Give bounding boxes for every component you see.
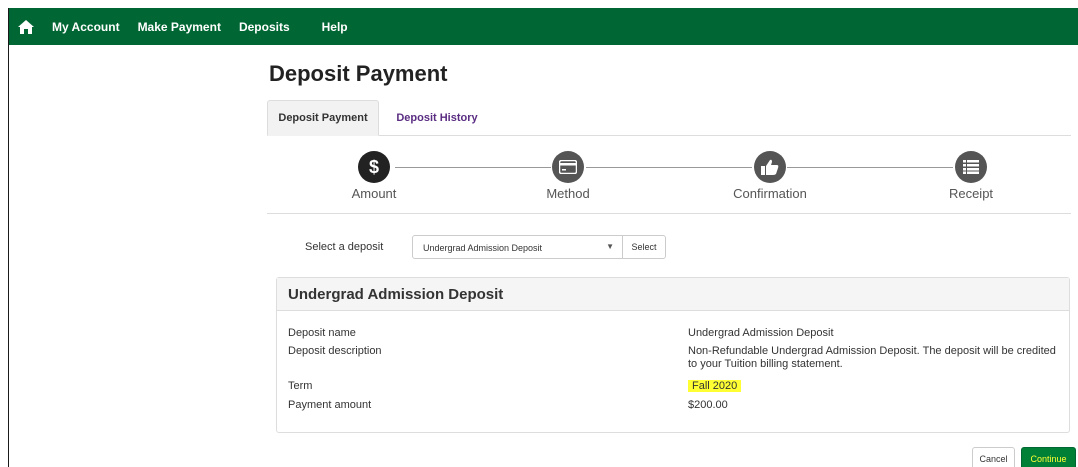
deposit-details-panel: Undergrad Admission Deposit Deposit name…: [276, 277, 1070, 433]
step-label: Receipt: [948, 186, 994, 201]
nav-my-account[interactable]: My Account: [43, 20, 129, 34]
app-frame: My Account Make Payment Deposits Help De…: [8, 8, 1078, 467]
tab-deposit-history[interactable]: Deposit History: [387, 100, 487, 136]
detail-value: Fall 2020: [688, 380, 1068, 393]
list-icon: [955, 151, 987, 183]
home-icon: [18, 19, 34, 34]
step-label: Method: [546, 186, 590, 201]
svg-text:$: $: [369, 157, 379, 177]
nav-deposits[interactable]: Deposits: [230, 20, 299, 34]
deposit-select[interactable]: Undergrad Admission Deposit ▼: [412, 235, 623, 259]
tab-bar: Deposit Payment Deposit History: [267, 100, 1071, 136]
step-confirmation: Confirmation: [705, 137, 835, 201]
deposit-select-value: Undergrad Admission Deposit: [423, 243, 543, 253]
deposit-select-row: Select a deposit Undergrad Admission Dep…: [267, 235, 1071, 261]
nav-make-payment[interactable]: Make Payment: [129, 20, 230, 34]
chevron-down-icon: ▼: [606, 242, 614, 251]
step-receipt: Receipt: [906, 137, 1036, 201]
detail-value: Non-Refundable Undergrad Admission Depos…: [688, 345, 1056, 370]
cancel-button[interactable]: Cancel: [972, 447, 1015, 467]
continue-button[interactable]: Continue: [1021, 447, 1076, 467]
tab-deposit-payment[interactable]: Deposit Payment: [267, 100, 379, 136]
detail-value: Undergrad Admission Deposit: [688, 327, 834, 339]
progress-stepper: $ Amount Method Confirmation Receipt: [267, 137, 1071, 214]
select-button[interactable]: Select: [622, 235, 666, 259]
step-label: Amount: [351, 186, 397, 201]
page-title: Deposit Payment: [269, 61, 448, 86]
term-highlight: Fall 2020: [688, 380, 742, 392]
detail-label: Payment amount: [288, 399, 372, 411]
thumbs-up-icon: [754, 151, 786, 183]
step-label: Confirmation: [733, 186, 807, 201]
nav-help[interactable]: Help: [313, 20, 357, 34]
detail-label: Term: [288, 380, 313, 392]
top-nav: My Account Make Payment Deposits Help: [9, 8, 1078, 45]
step-method: Method: [503, 137, 633, 201]
credit-card-icon: [552, 151, 584, 183]
deposit-select-label: Select a deposit: [305, 241, 384, 253]
detail-label: Deposit name: [288, 327, 356, 339]
step-amount: $ Amount: [309, 137, 439, 201]
detail-value: $200.00: [688, 399, 728, 411]
home-button[interactable]: [9, 8, 43, 45]
detail-label: Deposit description: [288, 345, 382, 357]
panel-title: Undergrad Admission Deposit: [277, 278, 1069, 311]
dollar-icon: $: [358, 151, 390, 183]
